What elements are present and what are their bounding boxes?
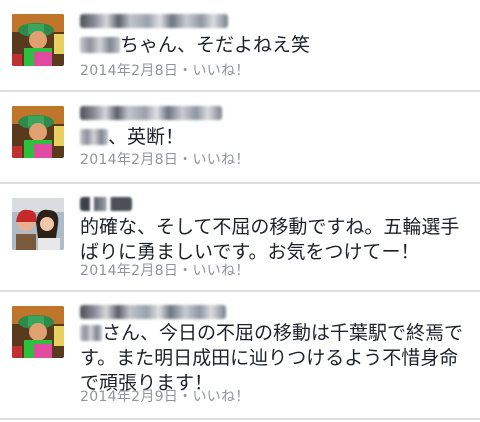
comment-date[interactable]: 2014年2月8日 bbox=[80, 63, 178, 79]
comment-item: x x、英断！ 2014年2月8日・いいね！ bbox=[0, 92, 480, 184]
comment-date[interactable]: 2014年2月8日 bbox=[80, 263, 178, 279]
comment-item: x 的確な、そして不屈の移動ですね。五輪選手ばりに勇ましいです。お気をつけてー！… bbox=[0, 184, 480, 292]
like-link[interactable]: いいね！ bbox=[192, 63, 249, 79]
comment-item: x xちゃん、そだよねえ笑 2014年2月8日・いいね！ bbox=[0, 0, 480, 92]
avatar[interactable] bbox=[12, 106, 64, 158]
comment-meta: 2014年2月9日・いいね！ bbox=[80, 386, 250, 406]
meta-separator: ・ bbox=[178, 263, 193, 279]
meta-separator: ・ bbox=[178, 389, 193, 405]
comment-body: さん、今日の不屈の移動は千葉駅で終焉です。また明日成田に辿りつけるよう不惜身命で… bbox=[80, 322, 464, 394]
meta-separator: ・ bbox=[178, 63, 193, 79]
profile-photo-icon bbox=[12, 106, 64, 158]
comment-text: xちゃん、そだよねえ笑 bbox=[80, 33, 466, 58]
comment-feed: x xちゃん、そだよねえ笑 2014年2月8日・いいね！ x x、英断！ 201… bbox=[0, 0, 480, 422]
like-link[interactable]: いいね！ bbox=[192, 389, 249, 405]
commenter-name-redacted[interactable]: x bbox=[80, 14, 228, 28]
comment-meta: 2014年2月8日・いいね！ bbox=[80, 260, 250, 280]
comment-meta: 2014年2月8日・いいね！ bbox=[80, 60, 250, 80]
comment-body: 的確な、そして不屈の移動ですね。五輪選手ばりに勇ましいです。お気をつけてー！ bbox=[80, 216, 460, 263]
comment-meta: 2014年2月8日・いいね！ bbox=[80, 149, 250, 169]
meta-separator: ・ bbox=[178, 152, 193, 168]
avatar[interactable] bbox=[12, 306, 64, 358]
comment-date[interactable]: 2014年2月8日 bbox=[80, 152, 178, 168]
comment-date[interactable]: 2014年2月9日 bbox=[80, 389, 178, 405]
comment-body: 、英断！ bbox=[108, 126, 185, 148]
comment-text: x、英断！ bbox=[80, 125, 466, 150]
profile-photo-icon bbox=[12, 306, 64, 358]
redacted-name-chip: x bbox=[80, 37, 120, 53]
profile-photo-icon bbox=[12, 14, 64, 66]
avatar[interactable] bbox=[12, 14, 64, 66]
comment-body: ちゃん、そだよねえ笑 bbox=[120, 34, 311, 56]
comment-text: 的確な、そして不屈の移動ですね。五輪選手ばりに勇ましいです。お気をつけてー！ bbox=[80, 215, 466, 265]
commenter-name-redacted[interactable]: x bbox=[80, 197, 132, 211]
comment-item: x xさん、今日の不屈の移動は千葉駅で終焉です。また明日成田に辿りつけるよう不惜… bbox=[0, 292, 480, 420]
like-link[interactable]: いいね！ bbox=[192, 152, 249, 168]
like-link[interactable]: いいね！ bbox=[192, 263, 249, 279]
redacted-name-chip: x bbox=[80, 129, 108, 145]
redacted-name-chip: x bbox=[80, 325, 102, 341]
profile-photo-icon bbox=[12, 198, 64, 250]
avatar[interactable] bbox=[12, 198, 64, 250]
commenter-name-redacted[interactable]: x bbox=[80, 106, 222, 120]
comment-text: xさん、今日の不屈の移動は千葉駅で終焉です。また明日成田に辿りつけるよう不惜身命… bbox=[80, 321, 466, 396]
commenter-name-redacted[interactable]: x bbox=[80, 305, 226, 319]
